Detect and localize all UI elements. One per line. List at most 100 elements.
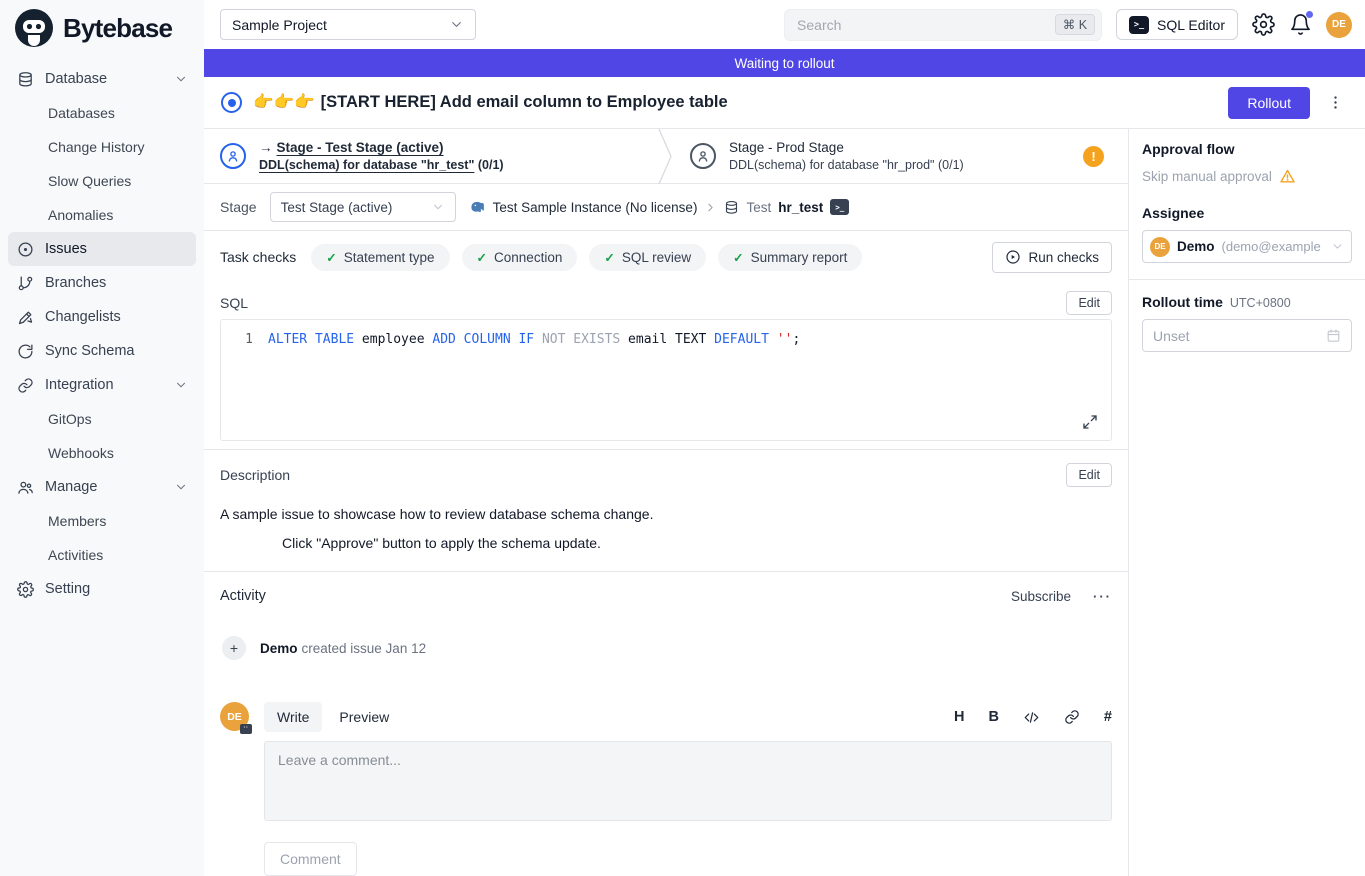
chevron-down-icon [174, 72, 188, 86]
sidebar-item-slow-queries[interactable]: Slow Queries [8, 164, 196, 198]
bytebase-logo-icon [14, 8, 54, 48]
user-avatar[interactable]: DE [1326, 12, 1352, 38]
heading-icon[interactable]: H [954, 709, 964, 725]
rollout-button[interactable]: Rollout [1228, 87, 1310, 119]
sidebar-item-webhooks[interactable]: Webhooks [8, 436, 196, 470]
sidebar-item-sync-schema[interactable]: Sync Schema [8, 334, 196, 368]
stage-person-icon [690, 143, 716, 169]
stage-selector-row: Stage Test Stage (active) Test Sample In… [204, 184, 1128, 231]
assignee-select[interactable]: DE Demo (demo@example [1142, 230, 1352, 263]
comment-input[interactable] [264, 741, 1112, 821]
kebab-menu-icon[interactable] [1321, 94, 1350, 111]
sidebar-item-label: GitOps [48, 411, 92, 427]
brand-logo[interactable]: Bytebase [0, 0, 204, 56]
chevron-right-icon [704, 201, 717, 214]
approval-flow-value: Skip manual approval [1142, 169, 1272, 184]
task-check-connection[interactable]: ✓Connection [462, 244, 578, 271]
link-icon[interactable] [1064, 709, 1080, 725]
task-check-sql-review[interactable]: ✓SQL review [589, 244, 706, 271]
description-section: Description Edit A sample issue to showc… [204, 450, 1128, 571]
sql-token: ; [792, 332, 800, 347]
sidebar-item-members[interactable]: Members [8, 504, 196, 538]
bold-icon[interactable]: B [988, 709, 998, 725]
sidebar-item-gitops[interactable]: GitOps [8, 402, 196, 436]
subscribe-button[interactable]: Subscribe [1011, 589, 1071, 604]
sidebar-item-manage[interactable]: Manage [8, 470, 196, 504]
project-select[interactable]: Sample Project [220, 9, 476, 40]
check-icon: ✓ [477, 250, 487, 265]
sidebar-item-label: Issues [45, 241, 87, 257]
settings-gear-icon[interactable] [1252, 13, 1275, 36]
stage-card-test[interactable]: →Stage - Test Stage (active) DDL(schema)… [204, 129, 658, 183]
run-checks-label: Run checks [1028, 250, 1099, 265]
branch-icon [16, 274, 34, 292]
sidebar-item-label: Manage [45, 479, 97, 495]
activity-title: Activity [220, 588, 1011, 604]
search-input[interactable] [797, 17, 1047, 33]
sidebar-item-integration[interactable]: Integration [8, 368, 196, 402]
expand-icon[interactable] [1082, 414, 1098, 430]
stage-task-count: (0/1) [938, 158, 964, 172]
database-name[interactable]: hr_test [778, 200, 823, 215]
activity-menu-icon[interactable]: ··· [1093, 589, 1112, 604]
attention-icon: ! [1083, 146, 1104, 167]
sql-edit-button[interactable]: Edit [1066, 291, 1112, 315]
sidebar-item-change-history[interactable]: Change History [8, 130, 196, 164]
database-icon [724, 200, 739, 215]
current-stage-arrow: → [259, 140, 273, 155]
database-icon [16, 70, 34, 88]
code-icon[interactable] [1023, 710, 1040, 725]
rollout-time-picker[interactable]: Unset [1142, 319, 1352, 352]
sidebar-item-label: Branches [45, 275, 106, 291]
sidebar-item-branches[interactable]: Branches [8, 266, 196, 300]
task-check-label: SQL review [622, 250, 691, 265]
sql-token: employee [354, 332, 432, 347]
stage-label: Stage [220, 199, 257, 215]
hash-icon[interactable]: # [1104, 709, 1112, 725]
sql-editor-button[interactable]: >_ SQL Editor [1116, 9, 1238, 40]
sql-editor[interactable]: 1 ALTER TABLE employee ADD COLUMN IF NOT… [220, 319, 1112, 441]
project-select-value: Sample Project [232, 17, 327, 33]
sidebar-item-database[interactable]: Database [8, 62, 196, 96]
sidebar-item-label: Activities [48, 547, 103, 563]
issue-header: 👉👉👉[START HERE] Add email column to Empl… [204, 77, 1365, 129]
task-check-statement-type[interactable]: ✓Statement type [311, 244, 449, 271]
play-circle-icon [1005, 249, 1021, 265]
task-check-summary-report[interactable]: ✓Summary report [718, 244, 862, 271]
description-edit-button[interactable]: Edit [1066, 463, 1112, 487]
sidebar-item-label: Members [48, 513, 106, 529]
sidebar-item-changelists[interactable]: Changelists [8, 300, 196, 334]
search-box[interactable]: ⌘ K [784, 9, 1102, 41]
sidebar-item-anomalies[interactable]: Anomalies [8, 198, 196, 232]
sidebar-item-setting[interactable]: Setting [8, 572, 196, 606]
sidebar-item-activities[interactable]: Activities [8, 538, 196, 572]
issue-icon [16, 240, 34, 258]
check-icon: ✓ [326, 250, 336, 265]
database-breadcrumb: Test Sample Instance (No license) Test h… [469, 199, 850, 216]
sidebar-item-label: Slow Queries [48, 173, 131, 189]
comment-composer: DE ·· WritePreview HB# Comment [220, 702, 1112, 876]
search-shortcut-badge: ⌘ K [1055, 14, 1095, 35]
content-row: →Stage - Test Stage (active) DDL(schema)… [204, 129, 1365, 876]
stage-task: DDL(schema) for database "hr_prod" [729, 158, 935, 172]
notifications-bell-icon[interactable] [1289, 13, 1312, 36]
stage-select[interactable]: Test Stage (active) [270, 192, 456, 222]
sidebar-item-issues[interactable]: Issues [8, 232, 196, 266]
stage-person-icon [220, 143, 246, 169]
stage-task: DDL(schema) for database "hr_test" [259, 158, 474, 172]
tab-write[interactable]: Write [264, 702, 322, 732]
notification-dot [1306, 11, 1313, 18]
open-sql-editor-icon[interactable]: >_ [830, 199, 849, 215]
tab-preview[interactable]: Preview [326, 702, 402, 732]
stage-card-prod[interactable]: Stage - Prod Stage DDL(schema) for datab… [674, 129, 1128, 183]
sql-token [534, 332, 542, 347]
brand-name: Bytebase [63, 13, 172, 44]
run-checks-button[interactable]: Run checks [992, 242, 1112, 273]
gear-icon [16, 580, 34, 598]
sidebar-item-label: Sync Schema [45, 343, 134, 359]
changelist-icon [16, 308, 34, 326]
sidebar-item-databases[interactable]: Databases [8, 96, 196, 130]
environment-name: Test [746, 200, 771, 215]
comment-submit-button[interactable]: Comment [264, 842, 357, 876]
instance-name[interactable]: Test Sample Instance (No license) [493, 200, 698, 215]
